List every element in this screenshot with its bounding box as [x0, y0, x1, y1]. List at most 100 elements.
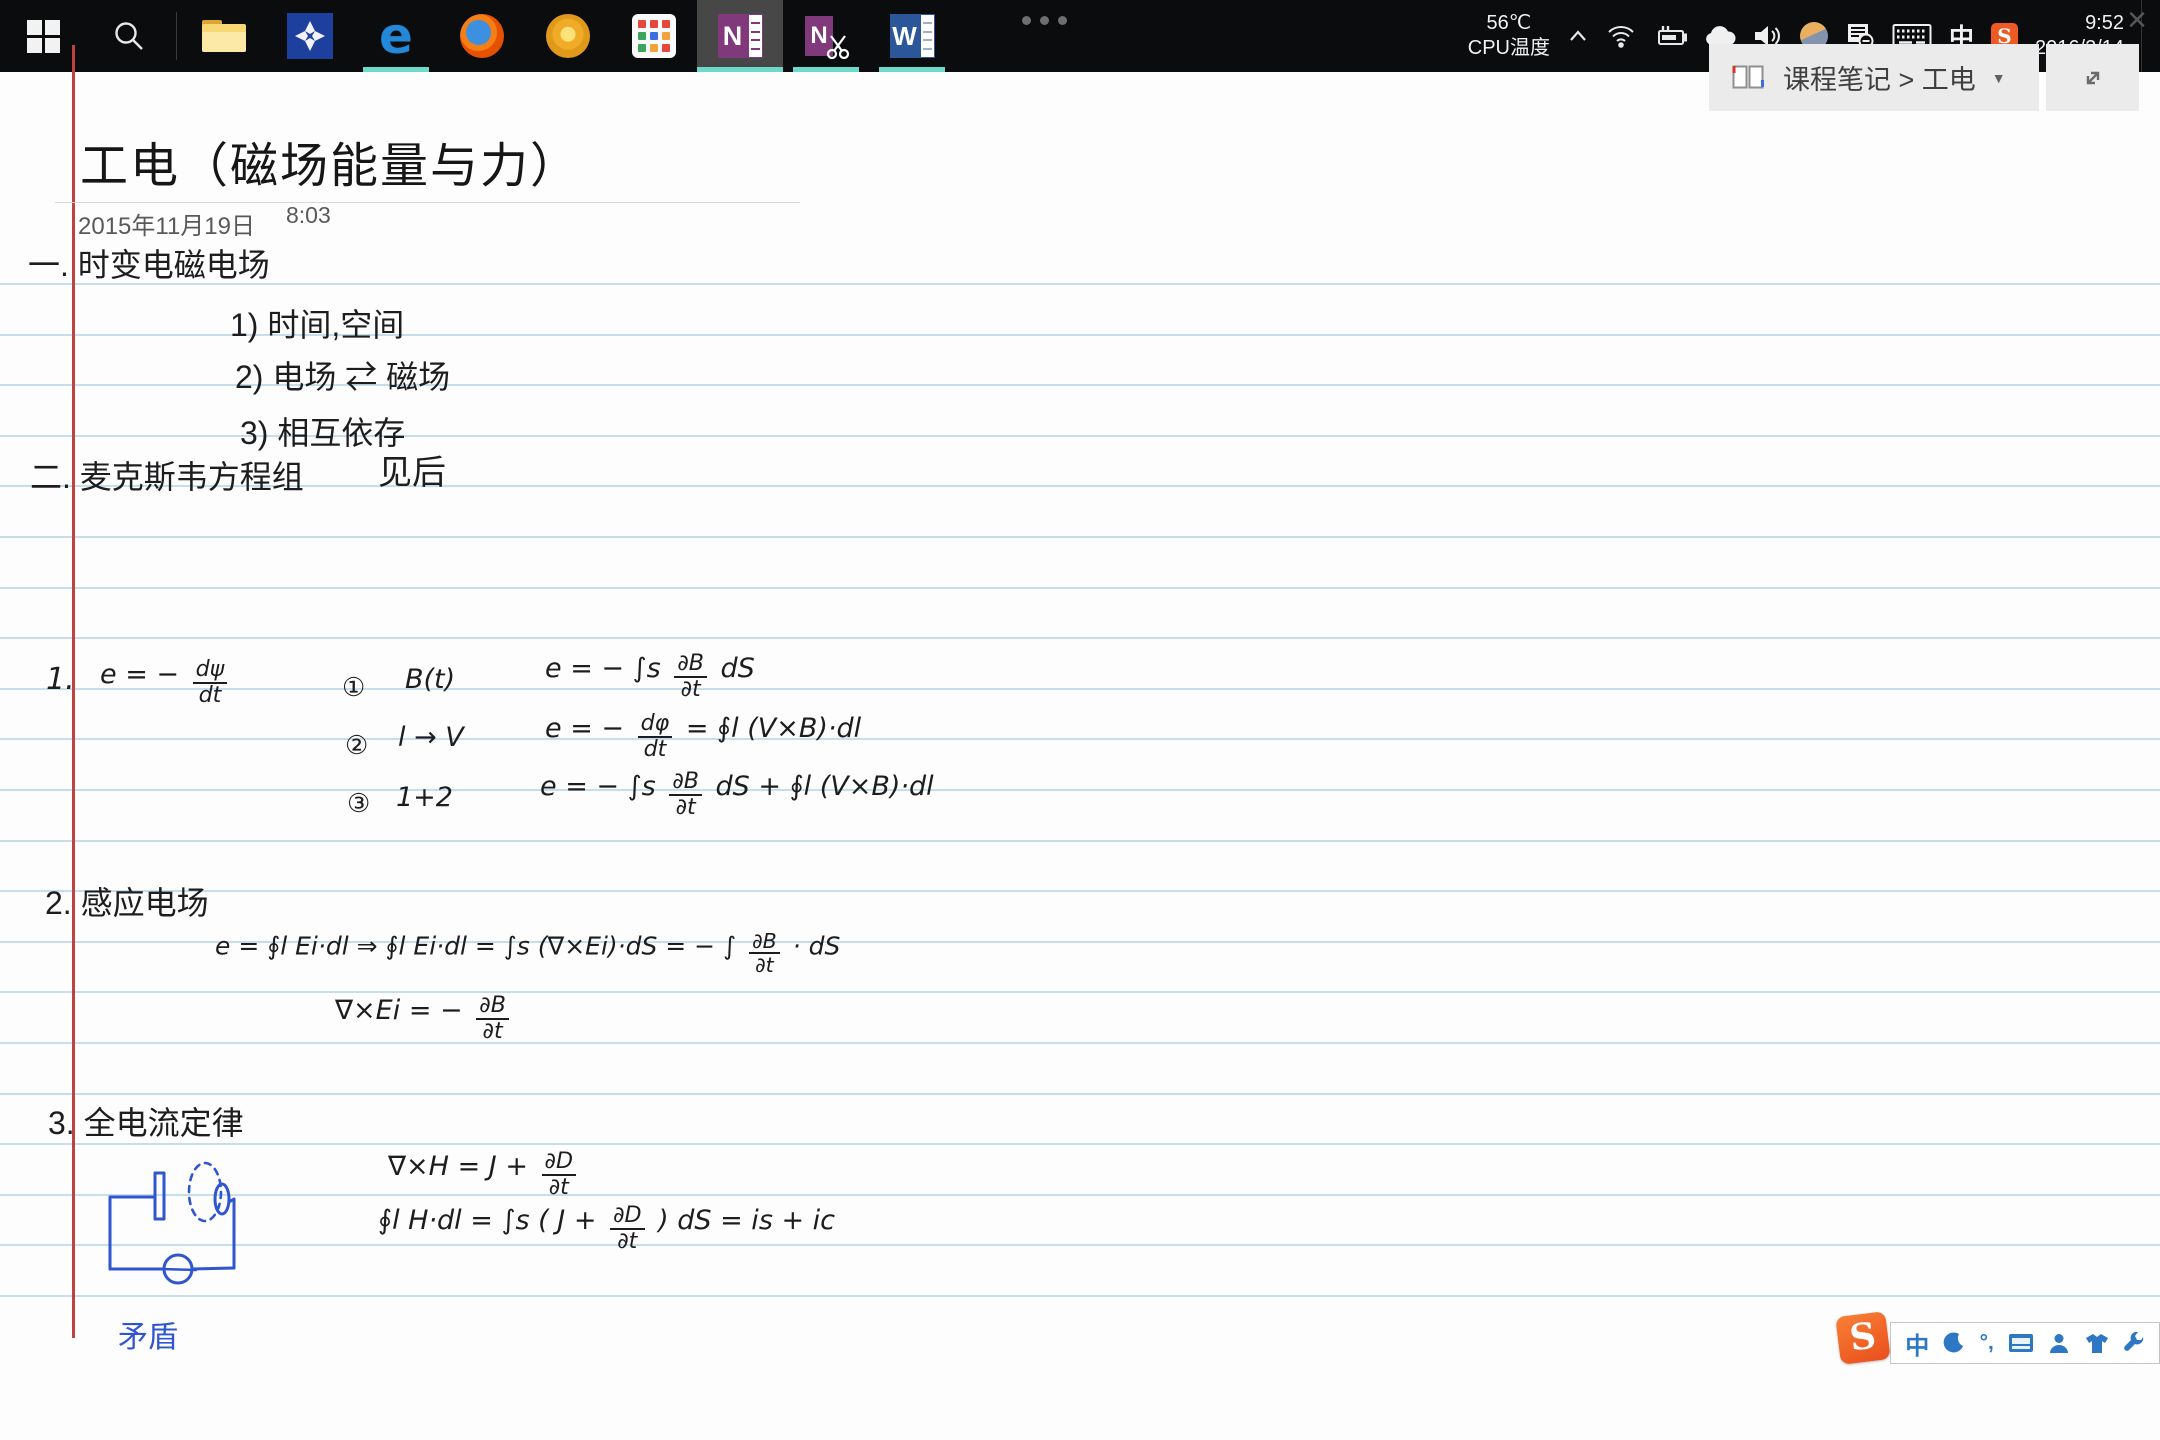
ruled-line	[0, 1143, 2160, 1145]
close-button[interactable]: ×	[2114, 0, 2160, 42]
taskbar-word[interactable]: W	[869, 0, 955, 72]
ink-induced-field-formula-1: e = ∮l Ei·dl ⇒ ∮l Ei·dl = ∫s (∇×Ei)·dS =…	[215, 930, 840, 976]
moon-icon[interactable]	[1943, 1332, 1965, 1354]
pinwheel-emblem-icon	[287, 13, 333, 59]
chevron-down-icon: ▼	[1992, 70, 2006, 86]
ruled-line	[0, 485, 2160, 487]
ruled-line	[0, 1093, 2160, 1095]
ink-case1-formula: e = − ∫s ∂B∂t dS	[545, 652, 755, 702]
taskbar-edge[interactable]: e	[353, 0, 439, 72]
ink-induced-field-formula-2: ∇×Ei = − ∂B∂t	[335, 994, 514, 1044]
start-button[interactable]	[0, 0, 86, 72]
ink-section1-number: 1.	[46, 662, 75, 697]
ink-case2-condition: l → V	[398, 722, 464, 753]
onenote-icon: N	[718, 14, 763, 58]
ink-case3-condition: 1+2	[396, 782, 453, 813]
ink-case3-number: ③	[347, 788, 370, 819]
page-title[interactable]: 工电（磁场能量与力）	[80, 126, 580, 196]
scissors-icon	[825, 33, 851, 59]
ruled-line	[0, 890, 2160, 892]
ink-case1-number: ①	[342, 672, 365, 703]
taskbar-app-launcher[interactable]	[611, 0, 697, 72]
folder-icon	[202, 20, 246, 52]
running-indicator	[879, 67, 945, 72]
battery-tray-button[interactable]	[1653, 24, 1687, 48]
search-button[interactable]	[86, 0, 172, 72]
sogou-logo-icon[interactable]: S	[1835, 1311, 1890, 1365]
ruled-line	[0, 637, 2160, 639]
ink-emf-formula: e = − dψdt	[100, 658, 232, 708]
cpu-temp-value: 56℃	[1468, 11, 1550, 36]
taskbar-firefox[interactable]	[439, 0, 525, 72]
dot-icon	[1058, 16, 1067, 25]
ruled-line	[0, 1042, 2160, 1044]
hidden-icons-chevron[interactable]	[1567, 27, 1589, 45]
battery-charging-icon	[1653, 24, 1687, 48]
ink-capacitor-circuit-sketch	[95, 1160, 260, 1285]
resize-diagonal-icon	[2079, 64, 2107, 92]
ink-heading-induced-field: 2. 感应电场	[45, 878, 209, 924]
ribbon-reveal-button[interactable]	[1022, 16, 1067, 25]
onenote-clipper-icon: N	[803, 14, 849, 58]
notebook-switcher[interactable]: 课程笔记 > 工电 ▼	[1709, 44, 2039, 111]
ruled-line	[0, 840, 2160, 842]
cpu-temp-label: CPU温度	[1468, 36, 1550, 61]
ruled-line	[0, 789, 2160, 791]
ink-heading-2: 二. 麦克斯韦方程组	[30, 452, 304, 498]
firefox-icon	[460, 14, 504, 58]
sogou-ime-toolbar: S 中 °,	[1838, 1314, 2160, 1366]
ink-heading-total-current-law: 3. 全电流定律	[48, 1098, 244, 1144]
ink-heading-1: 一. 时变电磁电场	[28, 240, 270, 286]
gold-circle-icon	[546, 14, 590, 58]
ink-case1-condition: B(t)	[405, 664, 455, 695]
taskbar-file-explorer[interactable]	[181, 0, 267, 72]
word-icon: W	[890, 14, 935, 58]
ink-subitem-1: 1) 时间,空间	[230, 300, 404, 346]
soft-keyboard-icon[interactable]	[2008, 1333, 2034, 1353]
full-page-view-button[interactable]	[2046, 44, 2139, 111]
chevron-up-icon	[1567, 27, 1589, 45]
taskbar-onenote-active[interactable]: N	[697, 0, 783, 72]
taskbar-separator	[176, 12, 177, 60]
skin-tshirt-icon[interactable]	[2085, 1333, 2109, 1354]
running-indicator	[363, 67, 429, 72]
ime-chinese-mode-button[interactable]: 中	[1905, 1326, 1929, 1361]
ruled-line	[0, 688, 2160, 690]
notebook-icon	[1731, 64, 1765, 91]
ruled-line	[0, 738, 2160, 740]
ink-case2-number: ②	[345, 730, 368, 761]
dot-icon	[1040, 16, 1049, 25]
ruled-line	[0, 587, 2160, 589]
wrench-tools-icon[interactable]	[2123, 1332, 2145, 1354]
ink-case2-formula: e = − dφdt = ∮l (V×B)·dl	[545, 712, 861, 762]
taskbar-chrome-canary[interactable]	[525, 0, 611, 72]
wifi-tray-button[interactable]	[1606, 23, 1636, 49]
ruled-line	[0, 1295, 2160, 1297]
ink-ampere-maxwell-formula-2: ∮l H·dl = ∫s ( J + ∂D∂t ) dS = is + ic	[378, 1204, 835, 1254]
ink-contradiction-note: 矛盾	[118, 1312, 178, 1356]
running-indicator	[793, 67, 859, 72]
taskbar-bank-app[interactable]	[267, 0, 353, 72]
onenote-fullscreen-window: × 课程笔记 > 工电 ▼ 工电（磁场能量与力） 2015年11月19日 8:0…	[0, 0, 2160, 1440]
taskbar-onenote-clipper[interactable]: N	[783, 0, 869, 72]
dot-icon	[1022, 16, 1031, 25]
page-time: 8:03	[286, 202, 331, 229]
ruled-line	[0, 536, 2160, 538]
grid-tile-icon	[632, 14, 676, 58]
edge-icon: e	[379, 7, 413, 65]
wifi-icon	[1606, 23, 1636, 49]
ruled-line	[0, 1244, 2160, 1246]
search-icon	[112, 19, 146, 53]
page-date: 2015年11月19日	[78, 206, 255, 241]
title-underline	[55, 202, 800, 203]
breadcrumb: 课程笔记 > 工电	[1783, 58, 1976, 97]
cpu-temperature-widget[interactable]: 56℃ CPU温度	[1468, 11, 1550, 61]
punctuation-mode-button[interactable]: °,	[1980, 1331, 1994, 1355]
ink-case3-formula: e = − ∫s ∂B∂t dS + ∮l (V×B)·dl	[540, 770, 934, 820]
ruled-line	[0, 283, 2160, 285]
ink-ampere-maxwell-formula-1: ∇×H = J + ∂D∂t	[388, 1150, 581, 1200]
ruled-line	[0, 991, 2160, 993]
ink-see-later: 见后	[378, 445, 446, 494]
ruled-line	[0, 1194, 2160, 1196]
user-profile-icon[interactable]	[2048, 1332, 2070, 1354]
